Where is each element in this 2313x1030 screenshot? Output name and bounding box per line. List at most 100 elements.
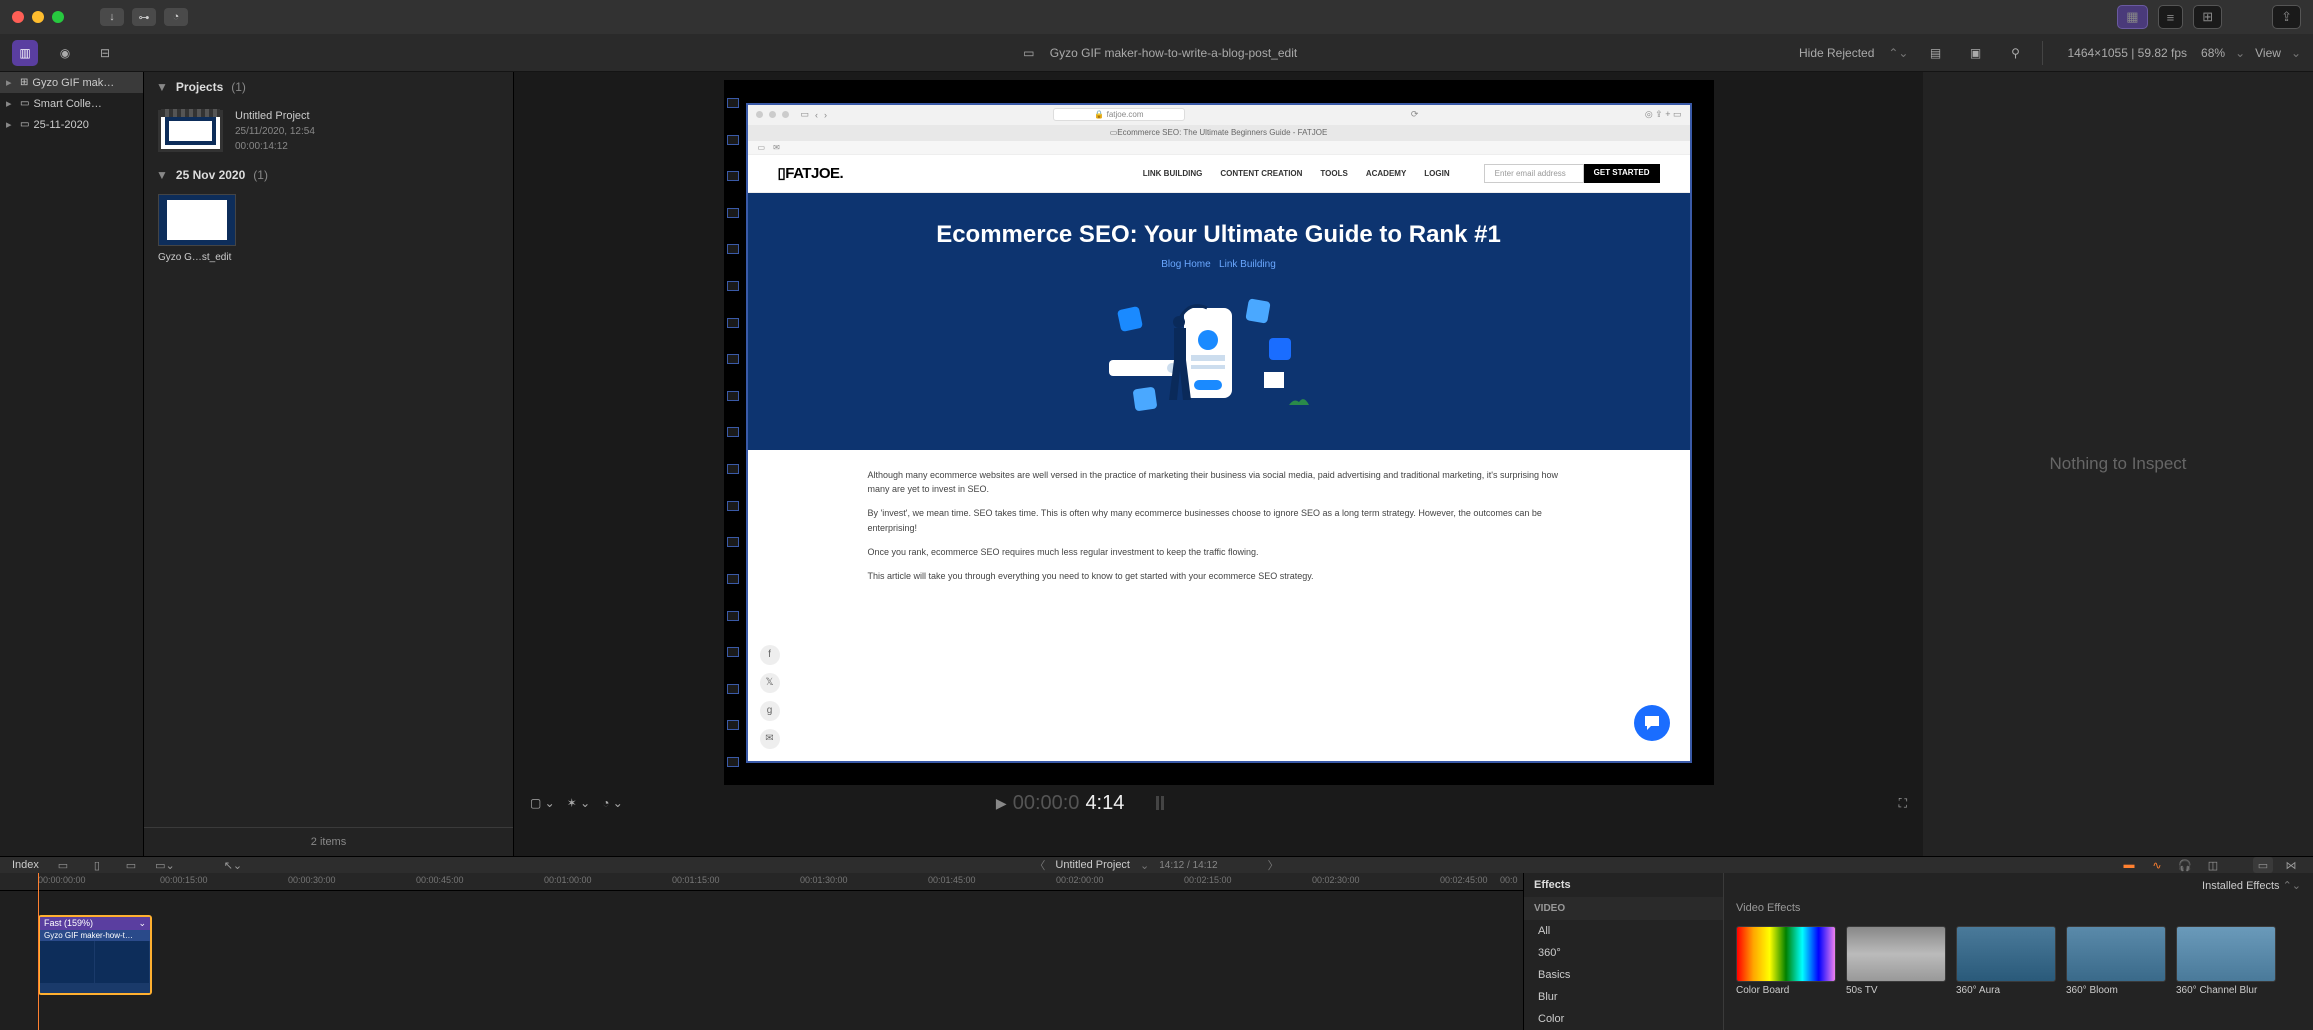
effect-item[interactable]: 360° Bloom bbox=[2066, 926, 2166, 996]
clip-thumbnail[interactable] bbox=[158, 194, 236, 246]
library-item-label: Smart Colle… bbox=[33, 98, 101, 110]
inspector-empty-label: Nothing to Inspect bbox=[2049, 454, 2186, 474]
view-menu[interactable]: View bbox=[2255, 46, 2281, 60]
search-icon[interactable]: ⚲ bbox=[2002, 40, 2028, 66]
play-button[interactable]: ▶ bbox=[996, 795, 1007, 812]
email-input: Enter email address bbox=[1484, 164, 1584, 183]
address-bar: 🔒 fatjoe.com bbox=[1053, 108, 1184, 121]
cta-button: GET STARTED bbox=[1584, 164, 1660, 183]
effect-item[interactable]: Color Board bbox=[1736, 926, 1836, 996]
timeline-prev-button[interactable]: 〈 bbox=[1034, 857, 1045, 873]
timeline-next-button[interactable]: 〉 bbox=[1268, 857, 1279, 873]
hide-rejected-dropdown[interactable]: Hide Rejected bbox=[1799, 46, 1874, 60]
projects-header[interactable]: ▼ Projects (1) bbox=[144, 72, 513, 102]
zoom-level[interactable]: 68% bbox=[2201, 46, 2225, 60]
document-title: Gyzo GIF maker-how-to-write-a-blog-post_… bbox=[1050, 46, 1297, 60]
titles-sidebar-button[interactable]: ⊟ bbox=[92, 40, 118, 66]
connect-tool-button[interactable]: ▭ bbox=[53, 857, 73, 873]
effect-category[interactable]: Basics bbox=[1524, 964, 1723, 986]
effect-category[interactable]: All bbox=[1524, 920, 1723, 942]
close-window-button[interactable] bbox=[12, 11, 24, 23]
project-item[interactable]: Untitled Project 25/11/2020, 12:54 00:00… bbox=[144, 102, 513, 160]
browser-chrome: ▭ ‹› 🔒 fatjoe.com ⟳ ◎ ⇪ + ▭ bbox=[748, 105, 1690, 125]
chevron-down-icon: ⌄ bbox=[2291, 46, 2301, 60]
enhance-tool-button[interactable]: ◔ ⌄ bbox=[602, 796, 623, 810]
project-duration: 00:00:14:12 bbox=[235, 141, 315, 152]
index-button[interactable]: Index bbox=[12, 859, 39, 871]
project-date: 25/11/2020, 12:54 bbox=[235, 126, 315, 137]
transform-tool-button[interactable]: ▢ ⌄ bbox=[530, 796, 555, 810]
effect-category[interactable]: 360° bbox=[1524, 942, 1723, 964]
fullscreen-button[interactable]: ⛶ bbox=[1899, 796, 1907, 811]
audio-meter bbox=[1156, 796, 1164, 810]
crop-tool-button[interactable]: ✶ ⌄ bbox=[567, 796, 590, 810]
viewer-canvas[interactable]: ▭ ‹› 🔒 fatjoe.com ⟳ ◎ ⇪ + ▭ ▭ Ecommerce … bbox=[724, 80, 1714, 785]
projects-label: Projects bbox=[176, 80, 223, 94]
clip-appearance-button[interactable]: ▤ bbox=[1922, 40, 1948, 66]
effect-item[interactable]: 50s TV bbox=[1846, 926, 1946, 996]
audio-skimming-button[interactable]: ∿ bbox=[2147, 857, 2167, 873]
share-button[interactable]: ⇪ bbox=[2272, 5, 2301, 29]
background-tasks-button[interactable]: ◔ bbox=[164, 8, 188, 26]
inspector-panel-button[interactable]: ⊞ bbox=[2193, 5, 2222, 29]
select-tool-button[interactable]: ↖⌄ bbox=[223, 857, 243, 873]
projects-count: (1) bbox=[231, 80, 246, 94]
photos-sidebar-button[interactable]: ◉ bbox=[52, 40, 78, 66]
append-tool-button[interactable]: ▭ bbox=[121, 857, 141, 873]
snapping-button[interactable]: ◫ bbox=[2203, 857, 2223, 873]
skimming-button[interactable]: ▬ bbox=[2119, 857, 2139, 873]
timeline-ruler[interactable]: 00:00:00:00 00:00:15:00 00:00:30:00 00:0… bbox=[0, 873, 1523, 891]
window-controls bbox=[12, 11, 64, 23]
effect-category[interactable]: Blur bbox=[1524, 986, 1723, 1008]
social-buttons: f 𝕏 g ✉ bbox=[760, 645, 780, 749]
browser-footer: 2 items bbox=[144, 827, 513, 856]
library-item[interactable]: ▸ ⊞ Gyzo GIF mak… bbox=[0, 72, 143, 93]
media-browser: ▼ Projects (1) Untitled Project 25/11/20… bbox=[144, 72, 514, 856]
minimize-window-button[interactable] bbox=[32, 11, 44, 23]
disclosure-arrow-icon[interactable]: ▼ bbox=[156, 168, 168, 182]
effect-item[interactable]: 360° Aura bbox=[1956, 926, 2056, 996]
disclosure-arrow-icon[interactable]: ▸ bbox=[6, 118, 16, 131]
library-item[interactable]: ▸ ▭ Smart Colle… bbox=[0, 93, 143, 114]
inspector-panel: Nothing to Inspect bbox=[1923, 72, 2313, 856]
project-thumbnail bbox=[158, 110, 223, 152]
chevron-down-icon[interactable]: ⌄ bbox=[138, 918, 146, 929]
google-icon: g bbox=[760, 701, 780, 721]
main-area: ▸ ⊞ Gyzo GIF mak… ▸ ▭ Smart Colle… ▸ ▭ 2… bbox=[0, 72, 2313, 856]
filter-button[interactable]: ▣ bbox=[1962, 40, 1988, 66]
effects-browser-button[interactable]: ▭ bbox=[2253, 857, 2273, 873]
overwrite-tool-button[interactable]: ▭⌄ bbox=[155, 857, 175, 873]
timeline-position: 14:12 / 14:12 bbox=[1159, 860, 1217, 871]
effect-item[interactable]: 360° Channel Blur bbox=[2176, 926, 2276, 996]
import-button[interactable]: ↓ bbox=[100, 8, 124, 26]
color-panel-button[interactable]: ▦ bbox=[2117, 5, 2147, 29]
library-item[interactable]: ▸ ▭ 25-11-2020 bbox=[0, 114, 143, 135]
disclosure-arrow-icon[interactable]: ▼ bbox=[156, 80, 168, 94]
installed-effects-dropdown[interactable]: Installed Effects ⌃⌄ bbox=[2202, 879, 2301, 892]
timeline-track[interactable]: 00:00:00:00 00:00:15:00 00:00:30:00 00:0… bbox=[0, 873, 1523, 1030]
keyword-button[interactable]: ⊶ bbox=[132, 8, 156, 26]
document-icon: ▭ bbox=[1016, 40, 1042, 66]
timeline-project-name[interactable]: Untitled Project bbox=[1055, 859, 1130, 871]
playhead[interactable] bbox=[38, 873, 39, 1030]
solo-button[interactable]: 🎧 bbox=[2175, 857, 2195, 873]
library-sidebar-button[interactable]: ▥ bbox=[12, 40, 38, 66]
insert-tool-button[interactable]: ▯ bbox=[87, 857, 107, 873]
transitions-browser-button[interactable]: ⋈ bbox=[2281, 857, 2301, 873]
effects-categories: Effects VIDEO All 360° Basics Blur Color bbox=[1524, 873, 1724, 1030]
audio-panel-button[interactable]: ≡ bbox=[2158, 5, 2184, 29]
browser-tab: ▭ Ecommerce SEO: The Ultimate Beginners … bbox=[748, 125, 1690, 141]
effect-category[interactable]: Color bbox=[1524, 1008, 1723, 1030]
maximize-window-button[interactable] bbox=[52, 11, 64, 23]
timeline-area: Index ▭ ▯ ▭ ▭⌄ ↖⌄ 〈 Untitled Project ⌄ 1… bbox=[0, 856, 2313, 1026]
hero-illustration bbox=[1089, 290, 1349, 430]
disclosure-arrow-icon[interactable]: ▸ bbox=[6, 76, 16, 89]
timeline-clip[interactable]: Fast (159%)⌄ Gyzo GIF maker-how-t… bbox=[38, 915, 152, 995]
site-header: ▯FATJOE. LINK BUILDING CONTENT CREATION … bbox=[748, 155, 1690, 193]
disclosure-arrow-icon[interactable]: ▸ bbox=[6, 97, 16, 110]
site-logo: ▯FATJOE. bbox=[778, 164, 844, 182]
effects-section-video: VIDEO bbox=[1524, 897, 1723, 920]
effects-grid-panel: Installed Effects ⌃⌄ Video Effects Color… bbox=[1724, 873, 2313, 1030]
chevron-updown-icon: ⌃⌄ bbox=[1888, 46, 1908, 60]
event-header[interactable]: ▼ 25 Nov 2020 (1) bbox=[144, 160, 513, 190]
